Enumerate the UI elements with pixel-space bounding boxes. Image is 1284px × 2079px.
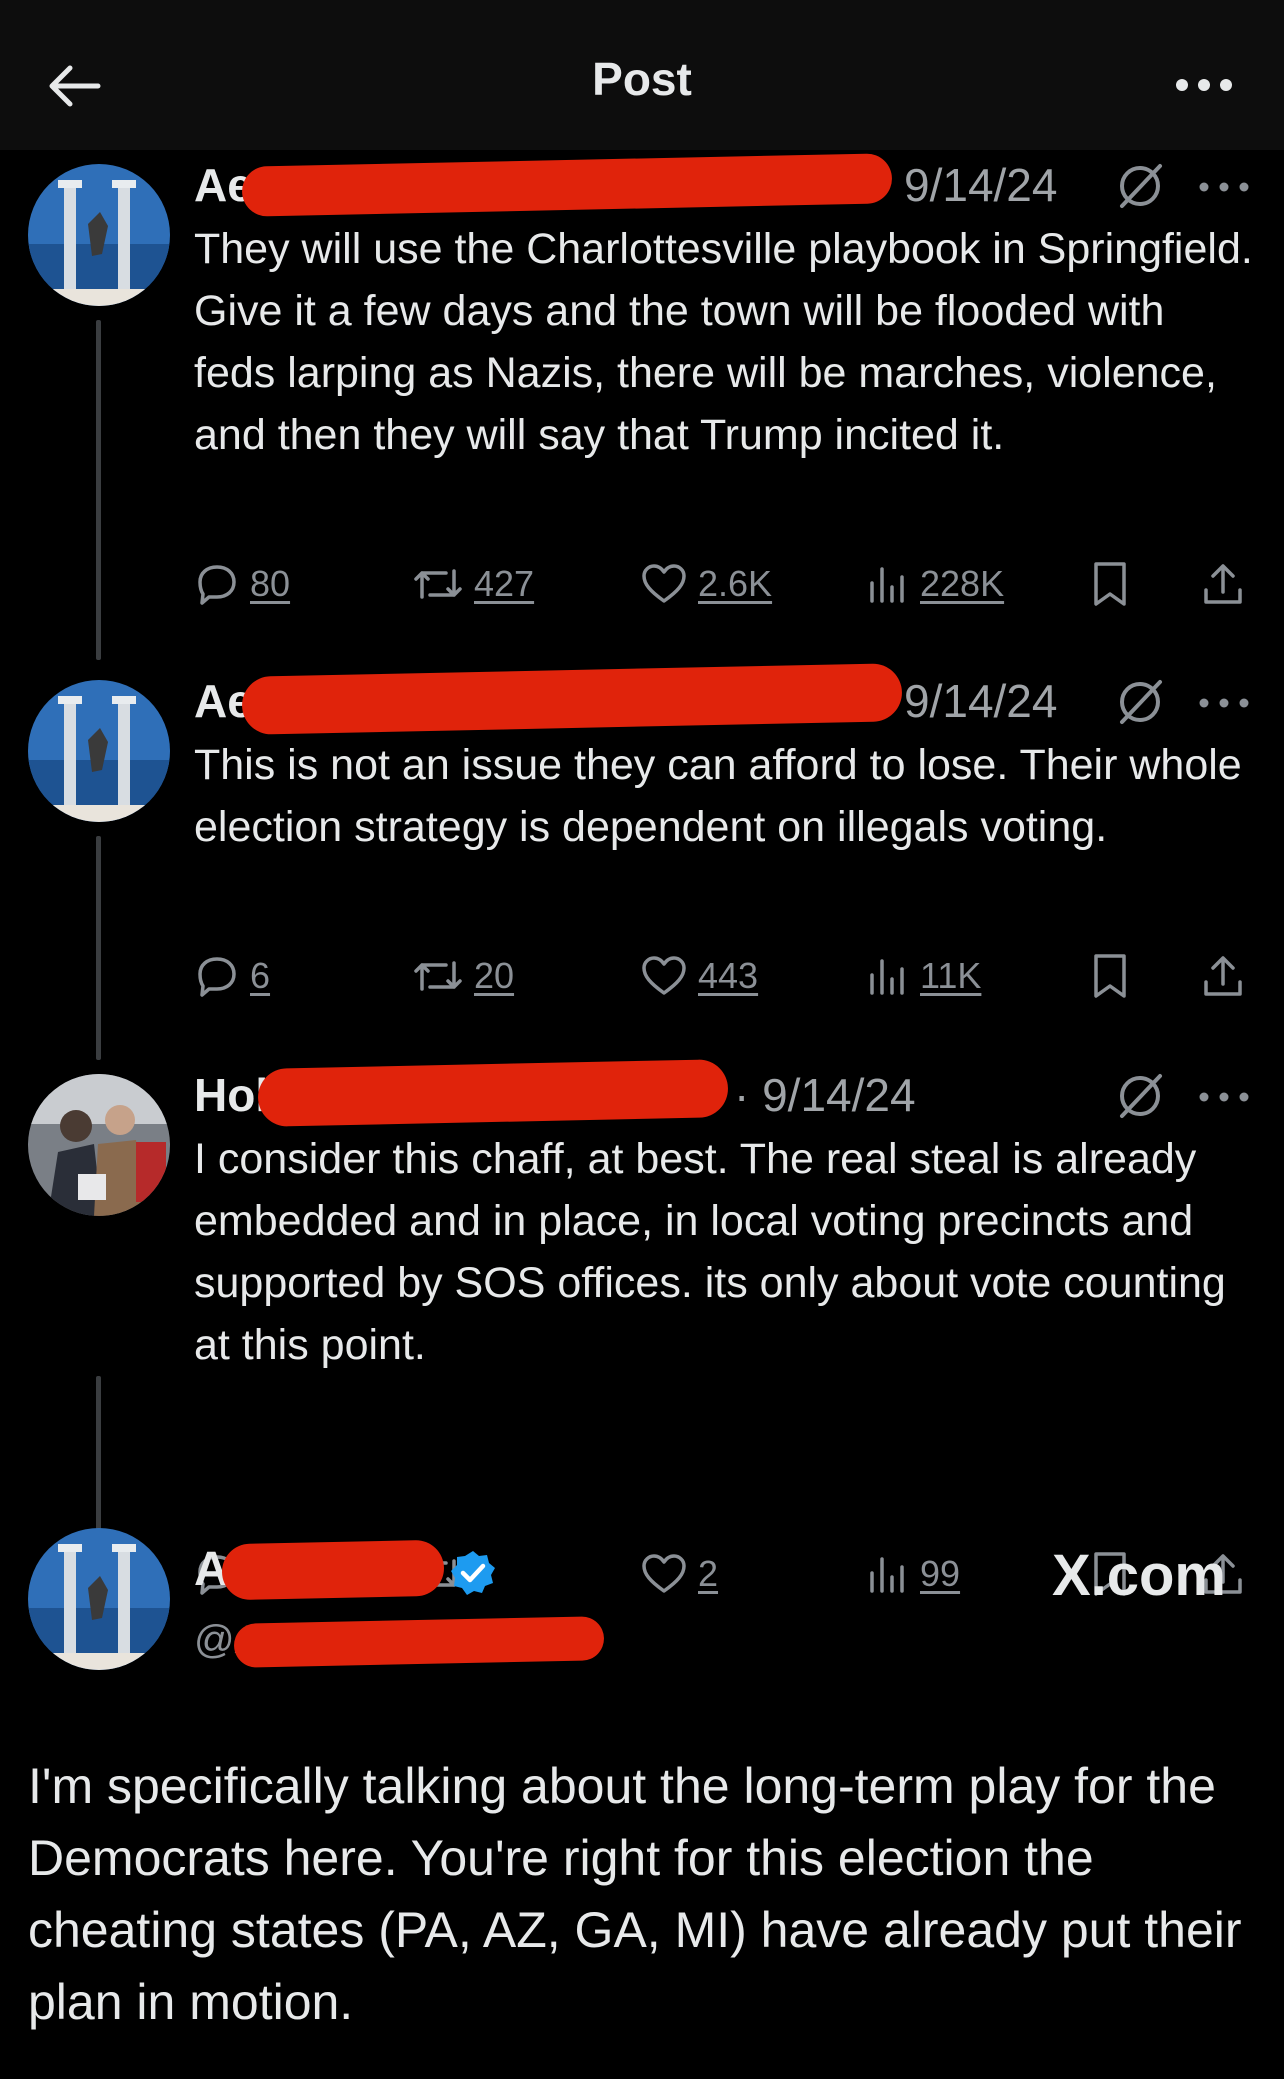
like-button[interactable]: 2: [640, 1546, 718, 1602]
post-date[interactable]: 9/14/24: [904, 674, 1057, 728]
reply-post[interactable]: Ae 9/14/24 They will use the Charlottesv…: [0, 150, 1284, 670]
more-icon[interactable]: [1194, 162, 1254, 212]
redaction-mark: [233, 1616, 605, 1668]
post-text: I'm specifically talking about the long-…: [28, 1758, 1242, 2030]
like-count: 443: [698, 955, 759, 996]
share-icon: [1204, 956, 1242, 996]
views-button[interactable]: 11K: [866, 948, 981, 1004]
post-text: I consider this chaff, at best. The real…: [194, 1135, 1226, 1369]
views-button[interactable]: 99: [866, 1546, 960, 1602]
action-bar: 6 20 443 11K: [194, 948, 1264, 1004]
like-icon: [642, 956, 686, 995]
views-button[interactable]: 228K: [866, 556, 1004, 612]
like-icon: [642, 564, 686, 603]
views-icon: [870, 567, 904, 603]
bookmark-button[interactable]: [1090, 556, 1130, 612]
bookmark-button[interactable]: [1090, 948, 1130, 1004]
redaction-mark: [221, 1539, 445, 1601]
repost-icon: [414, 569, 462, 599]
avatar[interactable]: [28, 1074, 170, 1216]
avatar[interactable]: [28, 164, 170, 306]
reply-icon: [198, 957, 236, 997]
views-icon: [870, 1557, 904, 1593]
thread-connector: [96, 320, 101, 660]
post-text: They will use the Charlottesville playbo…: [194, 225, 1253, 459]
reply-icon: [198, 565, 236, 605]
avatar[interactable]: [28, 1528, 170, 1670]
thread-connector: [96, 836, 101, 1060]
views-count: 99: [920, 1553, 961, 1594]
bookmark-icon: [1094, 954, 1126, 998]
repost-count: 20: [474, 955, 515, 996]
post-text: This is not an issue they can afford to …: [194, 741, 1242, 851]
more-icon: [1176, 79, 1232, 91]
like-button[interactable]: 443: [640, 948, 758, 1004]
action-bar: 80 427 2.6K 228K: [194, 556, 1264, 612]
avatar[interactable]: [28, 680, 170, 822]
top-bar: Post: [0, 0, 1284, 150]
repost-icon: [414, 961, 462, 991]
like-button[interactable]: 2.6K: [640, 556, 772, 612]
redaction-mark: [241, 663, 903, 735]
reply-button[interactable]: 6: [194, 948, 270, 1004]
grok-icon[interactable]: [1114, 676, 1166, 728]
reply-post[interactable]: Ae 9/14/24 This is not an issue they can…: [0, 663, 1284, 1060]
redaction-mark: [257, 1059, 729, 1127]
like-count: 2: [698, 1553, 719, 1594]
more-icon[interactable]: [1194, 1072, 1254, 1122]
more-icon[interactable]: [1194, 678, 1254, 728]
repost-count: 427: [474, 563, 535, 604]
grok-icon[interactable]: [1114, 160, 1166, 212]
repost-button[interactable]: 427: [412, 556, 534, 612]
grok-icon[interactable]: [1114, 1070, 1166, 1122]
share-button[interactable]: [1200, 556, 1246, 612]
verified-icon: [451, 1551, 495, 1595]
reply-button[interactable]: 80: [194, 556, 290, 612]
post-date[interactable]: · 9/14/24: [734, 1068, 916, 1122]
reply-count: 80: [250, 563, 291, 604]
share-icon: [1204, 564, 1242, 604]
views-icon: [870, 959, 904, 995]
share-button[interactable]: [1200, 948, 1246, 1004]
like-icon: [642, 1554, 686, 1593]
watermark-logo: X.com: [1051, 1543, 1226, 1608]
views-count: 228K: [920, 563, 1005, 604]
views-count: 11K: [920, 955, 982, 996]
reply-count: 6: [250, 955, 271, 996]
post-date[interactable]: 9/14/24: [904, 158, 1057, 212]
redaction-mark: [241, 153, 893, 217]
like-count: 2.6K: [698, 563, 773, 604]
bookmark-icon: [1094, 562, 1126, 606]
more-options-button[interactable]: [1164, 50, 1244, 120]
page-title: Post: [592, 53, 692, 105]
author-name[interactable]: Hol: [194, 1068, 268, 1122]
repost-button[interactable]: 20: [412, 948, 514, 1004]
